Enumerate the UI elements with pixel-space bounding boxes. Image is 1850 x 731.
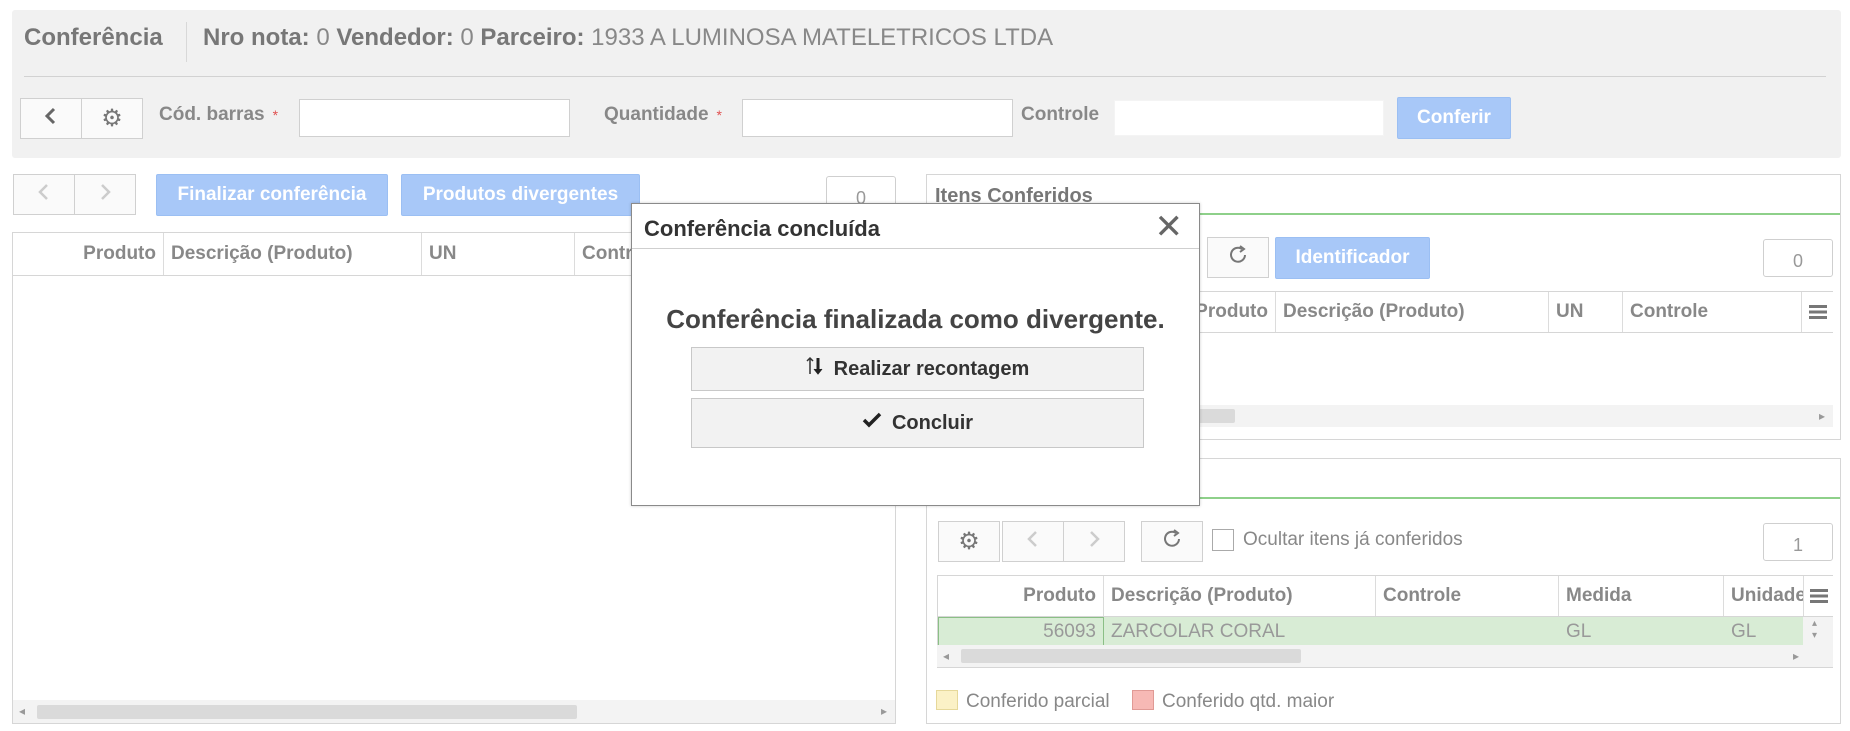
concluir-label: Concluir	[891, 411, 974, 434]
refresh-button[interactable]	[1141, 521, 1203, 562]
ocultar-conferidos-checkbox[interactable]	[1212, 529, 1234, 551]
scroll-thumb[interactable]	[961, 649, 1301, 663]
column-header-controle[interactable]: Controle	[1376, 576, 1559, 616]
legend-maior-label: Conferido qtd. maior	[1162, 691, 1335, 712]
prev-button[interactable]	[1002, 521, 1064, 562]
gear-icon: ⚙	[101, 105, 123, 132]
scroll-down-icon[interactable]: ▾	[1812, 630, 1817, 641]
close-icon[interactable]: ✕	[1155, 210, 1184, 244]
prev-button[interactable]	[13, 174, 75, 215]
scroll-left-icon[interactable]: ◂	[19, 704, 25, 718]
concluir-button[interactable]: Concluir	[691, 398, 1144, 448]
realizar-recontagem-button[interactable]: Realizar recontagem	[691, 347, 1144, 391]
vendedor-label: Vendedor:	[336, 24, 454, 51]
refresh-icon	[1161, 528, 1183, 556]
chevron-left-icon	[37, 183, 51, 207]
pendentes-count-badge: 1	[1763, 523, 1833, 561]
column-header-descricao[interactable]: Descrição (Produto)	[164, 233, 422, 275]
nota-info: Nro nota: 0 Vendedor: 0 Parceiro: 1933 A…	[203, 24, 1053, 52]
nro-value: 0	[316, 24, 330, 51]
column-header-un[interactable]: UN	[1549, 292, 1623, 332]
page-title: Conferência	[24, 24, 163, 51]
nro-label: Nro nota:	[203, 24, 310, 51]
column-header-unidade[interactable]: Unidade	[1724, 576, 1804, 616]
cell-controle[interactable]	[1376, 617, 1559, 647]
column-header-controle[interactable]: Controle	[1623, 292, 1802, 332]
settings-button[interactable]: ⚙	[938, 521, 1000, 562]
cod-barras-label: Cód. barras *	[159, 104, 278, 126]
cell-unidade[interactable]: GL	[1724, 617, 1803, 647]
refresh-button[interactable]	[1207, 237, 1269, 278]
vendedor-value: 0	[460, 24, 474, 51]
cell-produto[interactable]: 56093	[938, 617, 1104, 647]
gear-icon: ⚙	[958, 528, 980, 555]
table-row[interactable]: 56093 ZARCOLAR CORAL GL GL	[937, 617, 1803, 647]
cod-barras-input[interactable]	[299, 99, 570, 137]
legend-parcial-label: Conferido parcial	[966, 691, 1110, 712]
required-mark: *	[272, 107, 279, 123]
quantidade-text: Quantidade	[604, 104, 709, 125]
scroll-left-icon[interactable]: ◂	[943, 649, 949, 663]
column-header-un[interactable]: UN	[422, 233, 575, 275]
column-header-medida[interactable]: Medida	[1559, 576, 1724, 616]
identificador-button[interactable]: Identificador	[1275, 237, 1430, 279]
sort-arrows-icon	[806, 356, 824, 382]
refresh-icon	[1227, 244, 1249, 272]
scroll-up-icon[interactable]: ▴	[1812, 618, 1817, 629]
conferencia-concluida-dialog: Conferência concluída ✕ Conferência fina…	[631, 203, 1200, 506]
chevron-left-icon	[1026, 530, 1040, 554]
next-button[interactable]	[1063, 521, 1125, 562]
dialog-divider	[632, 248, 1199, 249]
controle-input[interactable]	[1114, 100, 1384, 136]
controle-label: Controle	[1021, 104, 1100, 125]
finalizar-conferencia-button[interactable]: Finalizar conferência	[156, 174, 388, 216]
dialog-message: Conferência finalizada como divergente.	[666, 304, 1165, 334]
grid-bottom-border	[937, 667, 1833, 668]
scroll-right-icon[interactable]: ▸	[881, 704, 887, 718]
ocultar-conferidos-label[interactable]: Ocultar itens já conferidos	[1243, 529, 1463, 551]
pendentes-grid-header: Produto Descrição (Produto) Controle Med…	[937, 575, 1833, 617]
cell-descricao[interactable]: ZARCOLAR CORAL	[1104, 617, 1376, 647]
column-header-produto[interactable]: Produto	[13, 233, 164, 275]
legend-swatch-maior	[1132, 690, 1154, 710]
required-mark: *	[716, 107, 722, 123]
check-icon	[862, 411, 882, 435]
chevron-left-icon	[44, 107, 58, 131]
column-header-descricao[interactable]: Descrição (Produto)	[1104, 576, 1376, 616]
column-header-produto[interactable]: Produto	[938, 576, 1104, 616]
scroll-right-icon[interactable]: ▸	[1793, 649, 1799, 663]
left-horizontal-scrollbar[interactable]: ◂ ▸	[13, 700, 895, 723]
back-button[interactable]	[20, 98, 82, 139]
column-header-descricao[interactable]: Descrição (Produto)	[1276, 292, 1549, 332]
parceiro-value: 1933 A LUMINOSA MATELETRICOS LTDA	[591, 24, 1054, 51]
dialog-title: Conferência concluída	[644, 216, 880, 241]
quantidade-label: Quantidade *	[604, 104, 722, 126]
cod-barras-text: Cód. barras	[159, 104, 265, 125]
column-menu-icon[interactable]	[1802, 292, 1834, 332]
next-button[interactable]	[74, 174, 136, 215]
scroll-thumb[interactable]	[37, 705, 577, 719]
produtos-divergentes-button[interactable]: Produtos divergentes	[401, 174, 640, 216]
legend-swatch-parcial	[936, 690, 958, 710]
settings-button[interactable]: ⚙	[81, 98, 143, 139]
chevron-right-icon	[1087, 530, 1101, 554]
chevron-right-icon	[98, 183, 112, 207]
title-divider	[186, 22, 187, 62]
realizar-recontagem-label: Realizar recontagem	[833, 357, 1030, 380]
cell-medida[interactable]: GL	[1559, 617, 1724, 647]
scroll-right-icon[interactable]: ▸	[1819, 409, 1825, 423]
header-divider	[24, 76, 1826, 77]
pendentes-horizontal-scrollbar[interactable]: ◂ ▸	[937, 645, 1833, 667]
column-menu-icon[interactable]	[1804, 576, 1834, 616]
quantidade-input[interactable]	[742, 99, 1013, 137]
vertical-scrollbar[interactable]: ▴ ▾	[1803, 617, 1833, 647]
conferir-button[interactable]: Conferir	[1397, 97, 1511, 139]
parceiro-label: Parceiro:	[480, 24, 585, 51]
itens-count-badge: 0	[1763, 239, 1833, 277]
